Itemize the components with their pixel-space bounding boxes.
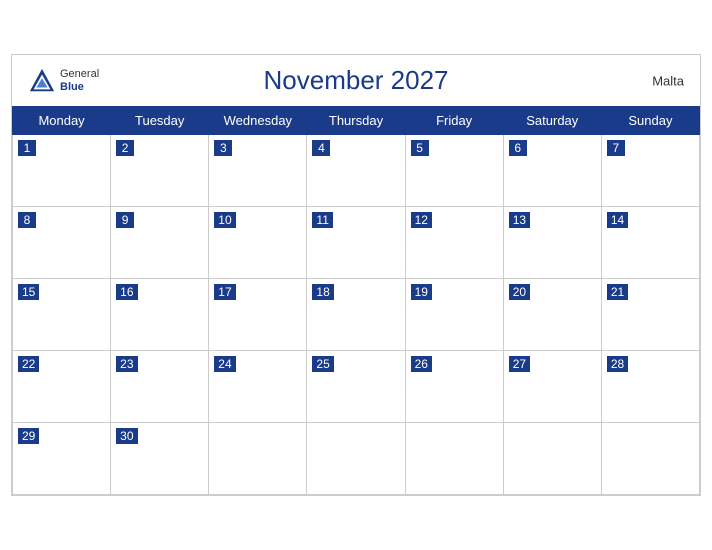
day-cell-5: 5 [405, 135, 503, 207]
day-cell-12: 12 [405, 207, 503, 279]
day-number-29: 29 [18, 428, 39, 444]
logo-blue-text: Blue [60, 81, 99, 93]
day-number-16: 16 [116, 284, 137, 300]
week-row-1: 1 2 3 4 5 6 7 [13, 135, 700, 207]
day-number-23: 23 [116, 356, 137, 372]
day-number-28: 28 [607, 356, 628, 372]
day-number-7: 7 [607, 140, 625, 156]
day-cell-27: 27 [503, 351, 601, 423]
day-cell-4: 4 [307, 135, 405, 207]
day-number-30: 30 [116, 428, 137, 444]
day-cell-25: 25 [307, 351, 405, 423]
day-number-3: 3 [214, 140, 232, 156]
day-number-15: 15 [18, 284, 39, 300]
day-cell-26: 26 [405, 351, 503, 423]
day-number-12: 12 [411, 212, 432, 228]
day-number-5: 5 [411, 140, 429, 156]
day-cell-empty-6 [601, 423, 699, 495]
week-row-3: 15 16 17 18 19 20 21 [13, 279, 700, 351]
day-cell-29: 29 [13, 423, 111, 495]
day-cell-19: 19 [405, 279, 503, 351]
day-cell-13: 13 [503, 207, 601, 279]
day-cell-30: 30 [111, 423, 209, 495]
day-cell-3: 3 [209, 135, 307, 207]
day-number-2: 2 [116, 140, 134, 156]
day-number-17: 17 [214, 284, 235, 300]
day-cell-empty-4 [405, 423, 503, 495]
day-number-10: 10 [214, 212, 235, 228]
logo-general-text: General [60, 68, 99, 80]
day-number-1: 1 [18, 140, 36, 156]
day-number-11: 11 [312, 212, 332, 228]
day-cell-empty-3 [307, 423, 405, 495]
day-cell-15: 15 [13, 279, 111, 351]
day-number-26: 26 [411, 356, 432, 372]
week-row-2: 8 9 10 11 12 13 14 [13, 207, 700, 279]
header-sunday: Sunday [601, 107, 699, 135]
logo-text: General Blue [60, 68, 99, 92]
day-cell-14: 14 [601, 207, 699, 279]
day-cell-16: 16 [111, 279, 209, 351]
header-friday: Friday [405, 107, 503, 135]
day-cell-7: 7 [601, 135, 699, 207]
day-cell-11: 11 [307, 207, 405, 279]
day-number-6: 6 [509, 140, 527, 156]
weekday-header-row: Monday Tuesday Wednesday Thursday Friday… [13, 107, 700, 135]
day-number-19: 19 [411, 284, 432, 300]
logo-area: General Blue [28, 67, 99, 95]
day-cell-8: 8 [13, 207, 111, 279]
day-cell-10: 10 [209, 207, 307, 279]
header-tuesday: Tuesday [111, 107, 209, 135]
week-row-4: 22 23 24 25 26 27 28 [13, 351, 700, 423]
day-number-4: 4 [312, 140, 330, 156]
day-cell-empty-2 [209, 423, 307, 495]
day-number-20: 20 [509, 284, 530, 300]
day-number-25: 25 [312, 356, 333, 372]
day-number-22: 22 [18, 356, 39, 372]
day-number-13: 13 [509, 212, 530, 228]
day-number-24: 24 [214, 356, 235, 372]
calendar-header: General Blue November 2027 Malta [12, 55, 700, 106]
header-thursday: Thursday [307, 107, 405, 135]
day-cell-21: 21 [601, 279, 699, 351]
day-cell-6: 6 [503, 135, 601, 207]
calendar-title: November 2027 [264, 65, 449, 96]
header-wednesday: Wednesday [209, 107, 307, 135]
day-cell-22: 22 [13, 351, 111, 423]
general-blue-logo-icon [28, 67, 56, 95]
day-cell-17: 17 [209, 279, 307, 351]
day-cell-empty-5 [503, 423, 601, 495]
country-label: Malta [652, 73, 684, 88]
header-saturday: Saturday [503, 107, 601, 135]
day-cell-9: 9 [111, 207, 209, 279]
day-cell-18: 18 [307, 279, 405, 351]
day-number-21: 21 [607, 284, 628, 300]
day-cell-28: 28 [601, 351, 699, 423]
day-number-9: 9 [116, 212, 134, 228]
day-number-14: 14 [607, 212, 628, 228]
week-row-5: 29 30 [13, 423, 700, 495]
calendar-container: General Blue November 2027 Malta Monday … [11, 54, 701, 496]
day-cell-1: 1 [13, 135, 111, 207]
day-number-18: 18 [312, 284, 333, 300]
day-number-8: 8 [18, 212, 36, 228]
day-cell-23: 23 [111, 351, 209, 423]
day-number-27: 27 [509, 356, 530, 372]
day-cell-2: 2 [111, 135, 209, 207]
header-monday: Monday [13, 107, 111, 135]
day-cell-24: 24 [209, 351, 307, 423]
day-cell-20: 20 [503, 279, 601, 351]
calendar-table: Monday Tuesday Wednesday Thursday Friday… [12, 106, 700, 495]
